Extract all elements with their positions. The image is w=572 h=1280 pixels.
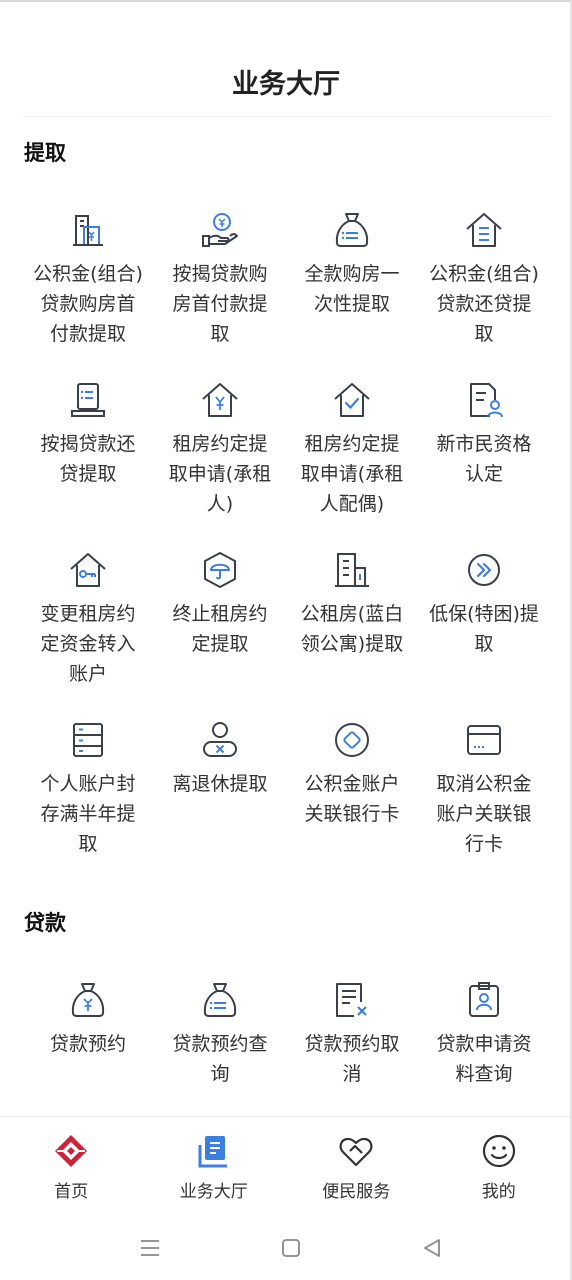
service-item[interactable]: 贷款预约 [22,967,154,1137]
hand-coin-icon [202,213,238,247]
document-person-icon [470,383,503,418]
service-item[interactable]: 贷款预约查询 [154,967,286,1137]
service-item-label: 贷款预约 [49,1033,126,1055]
service-item-label: 取消公积金账户关联银行卡 [436,773,532,855]
bank-card-icon [467,725,501,755]
id-badge-icon [469,982,499,1017]
money-bag-icon [335,213,369,247]
service-item[interactable]: 个人账户封存满半年提取 [22,707,154,877]
apartment-icon [335,553,369,587]
service-item[interactable]: 公积金(组合)贷款还贷提取 [418,197,550,367]
service-item-label: 按揭贷款还贷提取 [40,433,136,485]
top-border [0,0,572,2]
service-item[interactable]: 按揭贷款还贷提取 [22,367,154,537]
loan-grid: 贷款预约 贷款预约查询 贷款预约取消 贷款申请资料查询 [22,967,550,1137]
service-item-label: 公积金账户关联银行卡 [304,773,400,825]
tab-mine[interactable]: 我的 [428,1117,571,1217]
service-item-label: 低保(特困)提取 [429,603,539,655]
heart-handshake-icon [339,1137,373,1167]
service-item-label: 个人账户封存满半年提取 [40,773,136,855]
building-yen-icon [73,215,103,246]
section-title-loan: 贷款 [24,911,66,935]
hexagon-umbrella-icon [204,552,236,588]
service-item-label: 租房约定提取申请(承租人) [168,433,272,515]
document-stand-icon [71,383,105,417]
house-check-icon [334,383,370,417]
service-item[interactable]: 租房约定提取申请(承租人) [154,367,286,537]
service-item-label: 租房约定提取申请(承租人配偶) [300,433,404,515]
circle-diamond-icon [335,723,369,757]
service-item[interactable]: 终止租房约定提取 [154,537,286,707]
service-item[interactable]: 租房约定提取申请(承租人配偶) [286,367,418,537]
tab-home[interactable]: 首页 [0,1117,143,1217]
home-logo-icon [55,1135,88,1167]
tab-business-hall[interactable]: 业务大厅 [143,1117,286,1217]
service-item[interactable]: 取消公积金账户关联银行卡 [418,707,550,877]
system-nav-bar [0,1217,570,1280]
smiley-profile-icon [482,1134,515,1168]
service-item[interactable]: 公积金账户关联银行卡 [286,707,418,877]
service-item[interactable]: 离退休提取 [154,707,286,877]
service-item-label: 按揭贷款购房首付款提取 [172,263,268,345]
back-triangle-icon[interactable] [419,1235,445,1261]
house-yen-icon [202,383,238,417]
service-item[interactable]: 新市民资格认定 [418,367,550,537]
service-item-label: 公积金(组合)贷款还贷提取 [429,263,539,345]
business-hall-icon [198,1136,227,1168]
service-item[interactable]: 公积金(组合)贷款购房首付款提取 [22,197,154,367]
section-title-withdrawal: 提取 [24,141,66,165]
service-item[interactable]: 变更租房约定资金转入账户 [22,537,154,707]
page-title: 业务大厅 [232,69,340,100]
service-item-label: 公积金(组合)贷款购房首付款提取 [33,263,143,345]
server-stack-icon [73,723,103,757]
service-item[interactable]: 低保(特困)提取 [418,537,550,707]
service-item-label: 公租房(蓝白领公寓)提取 [300,603,404,655]
person-cancel-icon [203,722,237,757]
service-item-label: 全款购房一次性提取 [304,263,400,315]
service-item[interactable]: 贷款预约取消 [286,967,418,1137]
tab-home-label: 首页 [54,1182,89,1202]
service-item[interactable]: 全款购房一次性提取 [286,197,418,367]
withdrawal-grid: 公积金(组合)贷款购房首付款提取 按揭贷款购房首付款提取 全款购房一次性提取 公… [22,197,550,877]
house-list-icon [466,213,502,247]
tab-convenience-services[interactable]: 便民服务 [285,1117,428,1217]
tab-business-hall-label: 业务大厅 [179,1182,248,1202]
money-bag-yen-icon [71,983,105,1017]
tab-mine-label: 我的 [481,1182,516,1202]
service-item-label: 终止租房约定提取 [172,603,268,655]
service-item-label: 贷款申请资料查询 [436,1033,532,1085]
service-item-label: 贷款预约取消 [304,1033,400,1085]
service-item-label: 变更租房约定资金转入账户 [40,603,136,685]
service-item[interactable]: 公租房(蓝白领公寓)提取 [286,537,418,707]
document-cancel-icon [336,983,367,1017]
header-divider [22,116,550,117]
house-key-icon [70,553,106,587]
service-item-label: 贷款预约查询 [172,1033,268,1085]
money-bag-list-icon [203,983,237,1017]
service-item-label: 离退休提取 [172,773,268,795]
home-square-icon[interactable] [278,1235,304,1261]
service-item[interactable]: 按揭贷款购房首付款提取 [154,197,286,367]
service-item[interactable]: 贷款申请资料查询 [418,967,550,1137]
tab-convenience-label: 便民服务 [322,1182,391,1202]
bottom-tab-bar: 首页 业务大厅 便民服务 我的 [0,1117,570,1217]
service-item-label: 新市民资格认定 [436,433,532,485]
double-chevron-icon [468,554,500,586]
menu-icon[interactable] [137,1235,163,1261]
